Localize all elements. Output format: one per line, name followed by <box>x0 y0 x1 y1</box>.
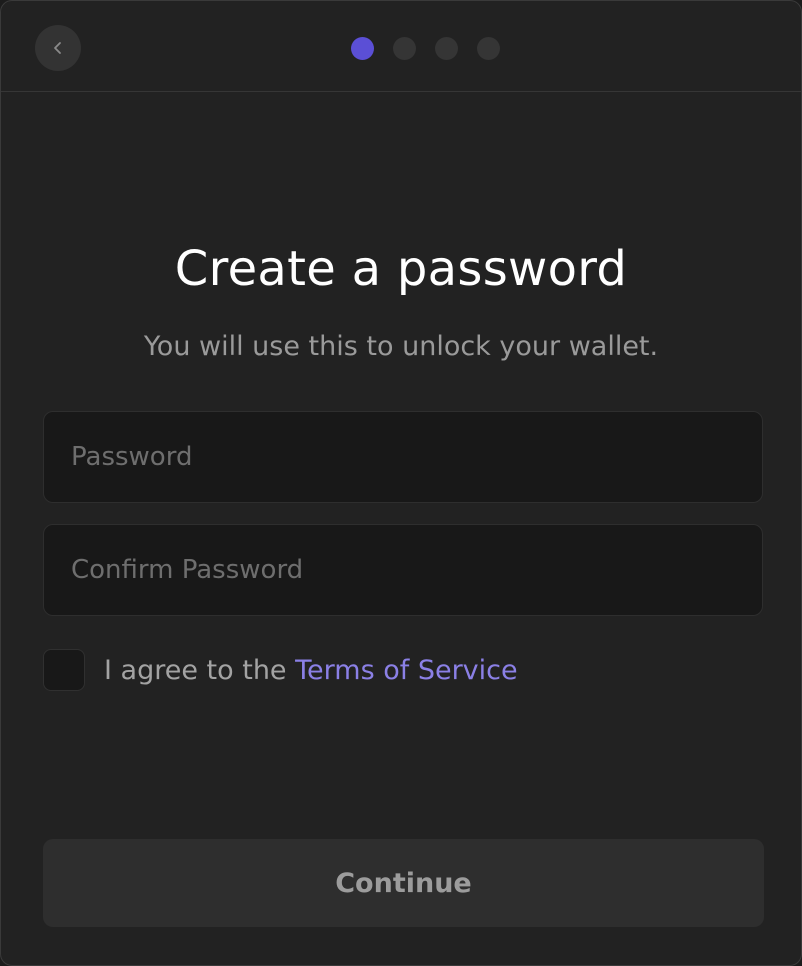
step-dot-2 <box>393 37 416 60</box>
back-button[interactable] <box>35 25 81 71</box>
confirm-password-input[interactable] <box>43 524 763 616</box>
terms-of-service-link[interactable]: Terms of Service <box>295 655 518 686</box>
header-bar <box>1 1 801 92</box>
password-input[interactable] <box>43 411 763 503</box>
page-subtitle: You will use this to unlock your wallet. <box>143 331 659 362</box>
step-indicator <box>351 37 500 60</box>
step-dot-3 <box>435 37 458 60</box>
chevron-left-icon <box>54 42 61 54</box>
step-dot-4 <box>477 37 500 60</box>
terms-row: I agree to the Terms of Service <box>43 649 518 691</box>
terms-checkbox[interactable] <box>43 649 85 691</box>
onboarding-window: Create a password You will use this to u… <box>0 0 802 966</box>
terms-prefix: I agree to the <box>104 654 296 686</box>
step-dot-1 <box>351 37 374 60</box>
page-title: Create a password <box>174 241 628 297</box>
terms-label: I agree to the Terms of Service <box>104 655 518 686</box>
continue-button[interactable]: Continue <box>43 839 764 927</box>
